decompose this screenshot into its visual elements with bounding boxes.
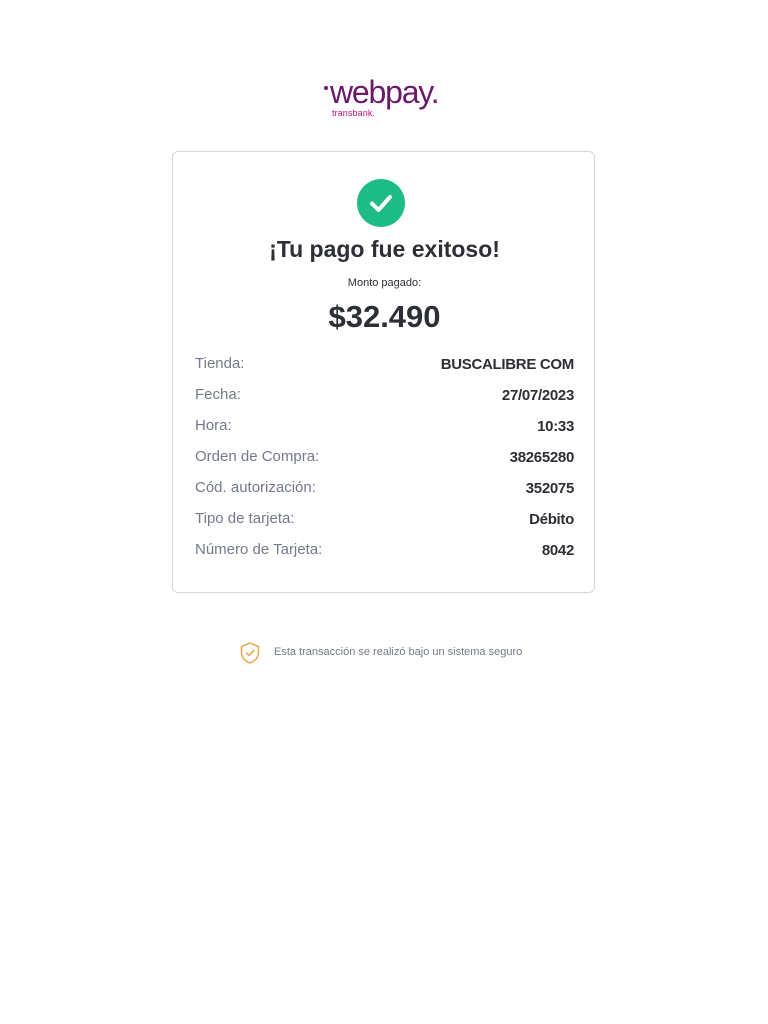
detail-value: Débito (529, 511, 574, 528)
detail-row-date: Fecha: 27/07/2023 (195, 384, 574, 415)
detail-value: BUSCALIBRE COM (440, 356, 575, 373)
shield-check-icon (239, 641, 261, 665)
webpay-logo: webpay. transbank. (0, 74, 768, 124)
detail-value: 352075 (525, 480, 575, 497)
detail-row-order: Orden de Compra: 38265280 (195, 446, 574, 477)
detail-label: Orden de Compra: (195, 448, 320, 465)
detail-value: 38265280 (509, 449, 575, 466)
payment-receipt-page: webpay. transbank. ¡Tu pago fue exitoso!… (0, 0, 768, 1024)
detail-row-card-type: Tipo de tarjeta: Débito (195, 508, 574, 539)
detail-value: 10:33 (537, 418, 574, 435)
success-title: ¡Tu pago fue exitoso! (269, 236, 500, 262)
detail-label: Hora: (195, 417, 232, 434)
detail-label: Tipo de tarjeta: (195, 510, 295, 527)
detail-value: 27/07/2023 (501, 387, 574, 404)
logo-wordmark: webpay. (330, 74, 440, 110)
paid-amount: $32.490 (328, 299, 441, 334)
logo-dot (324, 86, 328, 90)
detail-row-card-number: Número de Tarjeta: 8042 (195, 539, 574, 570)
detail-row-store: Tienda: BUSCALIBRE COM (195, 353, 574, 384)
detail-row-auth-code: Cód. autorización: 352075 (195, 477, 574, 508)
detail-row-time: Hora: 10:33 (195, 415, 574, 446)
receipt-card: ¡Tu pago fue exitoso! Monto pagado: $32.… (172, 151, 595, 593)
transaction-details: Tienda: BUSCALIBRE COM Fecha: 27/07/2023… (195, 353, 574, 570)
detail-label: Número de Tarjeta: (195, 541, 323, 558)
detail-label: Fecha: (195, 386, 241, 403)
check-circle-icon (357, 179, 405, 227)
detail-value: 8042 (541, 542, 574, 559)
logo-subtitle: transbank. (332, 108, 376, 118)
detail-label: Tienda: (195, 355, 245, 372)
amount-label: Monto pagado: (347, 277, 422, 289)
secure-transaction-note: Esta transacción se realizó bajo un sist… (239, 641, 539, 665)
detail-label: Cód. autorización: (195, 479, 316, 496)
secure-text: Esta transacción se realizó bajo un sist… (274, 646, 523, 658)
